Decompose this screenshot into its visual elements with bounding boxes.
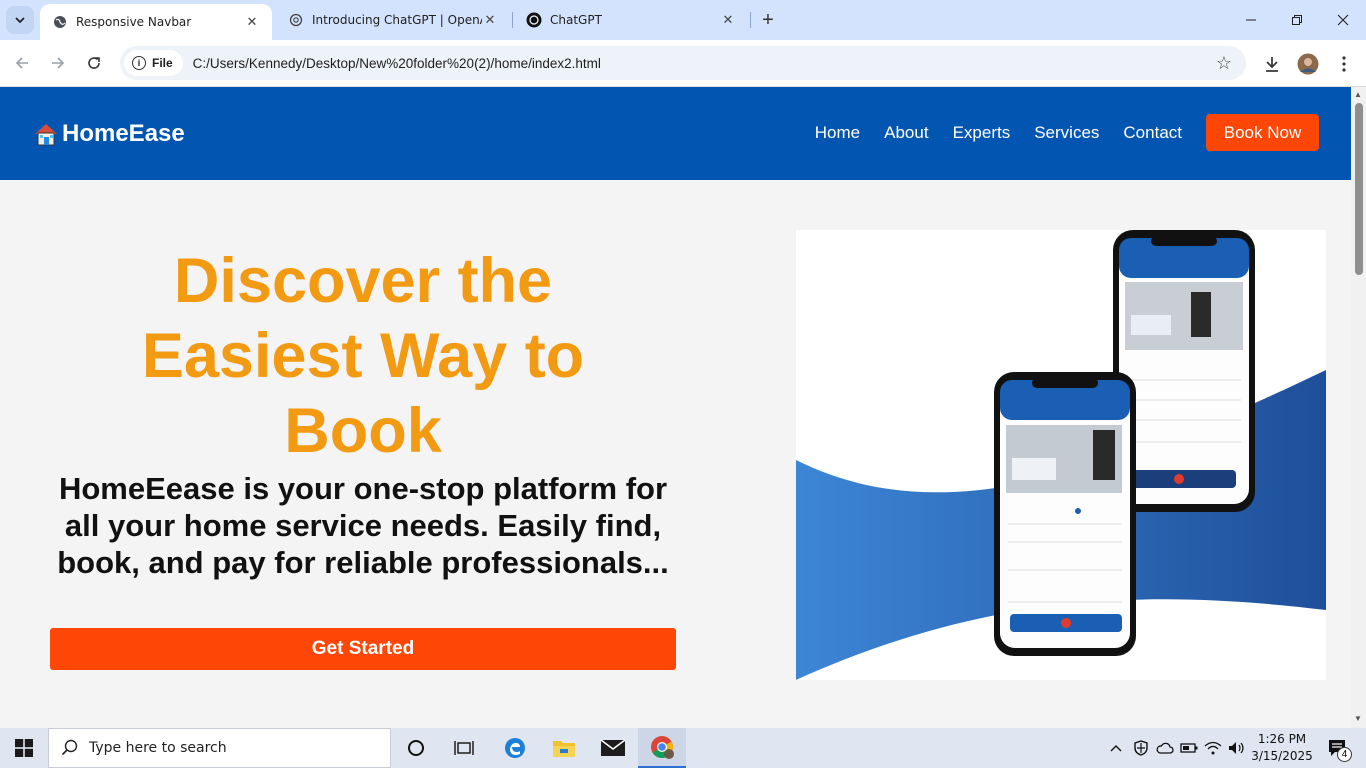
forward-button[interactable] [44, 49, 72, 77]
onedrive-tray-button[interactable] [1154, 728, 1176, 768]
hero-app-mockup-image [796, 230, 1326, 680]
close-icon[interactable]: ✕ [244, 14, 260, 30]
start-button[interactable] [0, 728, 48, 768]
cloud-icon [1156, 742, 1174, 754]
page-scrollbar[interactable]: ▲ ▼ [1351, 87, 1366, 728]
reload-button[interactable] [80, 49, 108, 77]
site-info-chip[interactable]: i File [124, 50, 183, 76]
scroll-down-icon[interactable]: ▼ [1354, 714, 1362, 723]
nav-about[interactable]: About [884, 123, 928, 143]
downloads-button[interactable] [1258, 50, 1286, 78]
nav-home[interactable]: Home [815, 123, 860, 143]
clock-date: 3/15/2025 [1251, 749, 1313, 763]
avatar-icon [1297, 53, 1319, 75]
tab-separator [750, 12, 751, 28]
tab-title: ChatGPT [550, 13, 602, 27]
volume-tray-button[interactable] [1226, 728, 1248, 768]
browser-menu-button[interactable] [1330, 50, 1358, 78]
chrome-taskbar-button[interactable] [638, 728, 686, 768]
tab-search-button[interactable] [6, 6, 34, 34]
reload-icon [88, 57, 100, 69]
search-icon [61, 739, 78, 756]
tab-title: Responsive Navbar [76, 15, 192, 29]
notification-center-button[interactable]: 4 [1318, 728, 1358, 768]
hero-title: Discover the Easiest Way to Book [141, 246, 585, 466]
battery-tray-button[interactable] [1178, 728, 1200, 768]
chevron-up-icon [1110, 745, 1122, 752]
openai-icon [288, 12, 304, 28]
taskbar-search-box[interactable]: Type here to search [48, 728, 391, 768]
clock-time: 1:26 PM [1257, 732, 1307, 746]
hero-description: HomeEease is your one-stop platform for … [57, 471, 669, 580]
scrollbar-thumb[interactable] [1355, 103, 1363, 275]
close-icon[interactable]: ✕ [482, 12, 498, 28]
task-view-icon [454, 741, 474, 755]
cortana-icon [408, 740, 424, 756]
mail-button[interactable] [590, 728, 636, 768]
profile-avatar[interactable] [1294, 50, 1322, 78]
edge-icon [505, 738, 525, 758]
restore-icon [1292, 15, 1302, 25]
more-vertical-icon [1342, 56, 1346, 72]
star-icon[interactable]: ☆ [1216, 53, 1232, 74]
cortana-button[interactable] [395, 728, 437, 768]
nav-services[interactable]: Services [1034, 123, 1099, 143]
chevron-down-icon [15, 17, 25, 24]
house-icon [35, 124, 57, 146]
shield-icon [1134, 740, 1148, 756]
tab-chatgpt[interactable]: ChatGPT ✕ [514, 0, 748, 40]
url-text[interactable]: C:/Users/Kennedy/Desktop/New%20folder%20… [193, 56, 601, 71]
tab-title: Introducing ChatGPT | OpenAI [312, 13, 482, 27]
chatgpt-icon [526, 12, 542, 28]
arrow-left-icon [15, 57, 28, 69]
windows-logo-icon [15, 739, 33, 757]
scheme-label: File [152, 56, 173, 70]
site-navbar: HomeEase Home About Experts Services Con… [0, 87, 1351, 180]
speaker-icon [1229, 742, 1244, 754]
search-placeholder: Type here to search [89, 740, 227, 756]
close-icon [1337, 14, 1349, 26]
site-logo[interactable]: HomeEase [33, 120, 185, 148]
plus-icon: + [762, 8, 774, 31]
windows-taskbar: Type here to search 1:26 PM 3/15/2025 4 [0, 728, 1366, 768]
mail-icon [600, 739, 626, 756]
new-tab-button[interactable]: + [756, 8, 780, 32]
globe-icon [52, 14, 68, 30]
browser-toolbar: i File C:/Users/Kennedy/Desktop/New%20fo… [0, 40, 1366, 87]
download-icon [1266, 57, 1278, 72]
logo-text: HomeEase [62, 120, 185, 147]
show-hidden-icons-button[interactable] [1106, 728, 1126, 768]
taskbar-clock[interactable]: 1:26 PM 3/15/2025 [1250, 731, 1314, 765]
minimize-icon [1246, 19, 1256, 21]
close-window-button[interactable] [1320, 0, 1366, 40]
wifi-icon [1204, 741, 1222, 755]
get-started-button[interactable]: Get Started [50, 628, 676, 670]
security-tray-button[interactable] [1130, 728, 1152, 768]
battery-icon [1180, 743, 1198, 753]
restore-button[interactable] [1274, 0, 1320, 40]
notification-count-badge: 4 [1337, 747, 1352, 762]
task-view-button[interactable] [443, 728, 485, 768]
browser-tabstrip: Responsive Navbar ✕ Introducing ChatGPT … [0, 0, 1366, 40]
tab-separator [512, 12, 513, 28]
arrow-right-icon [52, 57, 65, 69]
nav-experts[interactable]: Experts [953, 123, 1011, 143]
folder-icon [553, 741, 575, 757]
edge-taskbar-button[interactable] [492, 728, 538, 768]
book-now-button[interactable]: Book Now [1206, 114, 1319, 151]
scroll-up-icon[interactable]: ▲ [1354, 90, 1362, 99]
minimize-button[interactable] [1228, 0, 1274, 40]
file-explorer-button[interactable] [541, 728, 587, 768]
back-button[interactable] [8, 49, 36, 77]
address-bar[interactable]: i File C:/Users/Kennedy/Desktop/New%20fo… [120, 46, 1246, 80]
tab-responsive-navbar[interactable]: Responsive Navbar ✕ [40, 4, 272, 40]
info-icon: i [132, 56, 146, 70]
close-icon[interactable]: ✕ [720, 12, 736, 28]
network-tray-button[interactable] [1202, 728, 1224, 768]
nav-links: Home About Experts Services Contact Book… [791, 114, 1319, 151]
chrome-icon [651, 736, 674, 759]
nav-contact[interactable]: Contact [1123, 123, 1182, 143]
tab-introducing-chatgpt[interactable]: Introducing ChatGPT | OpenAI ✕ [276, 0, 510, 40]
